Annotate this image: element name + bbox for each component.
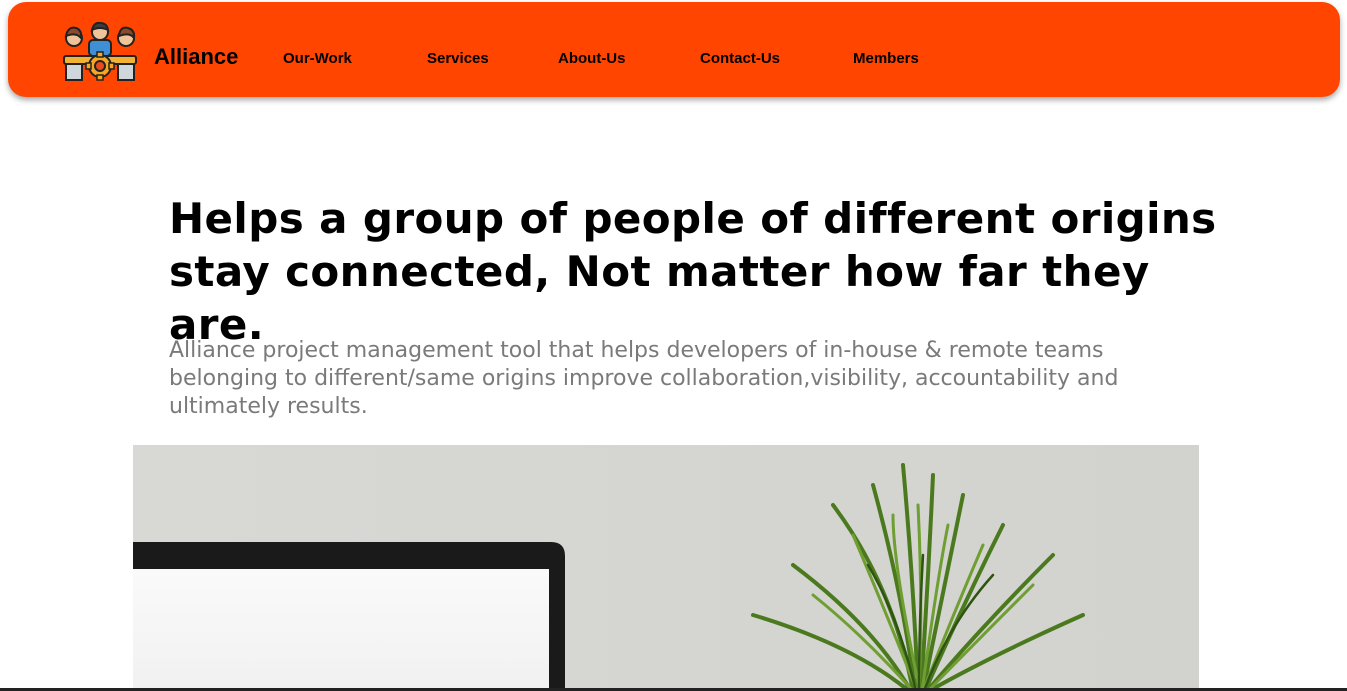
nav-link-contact-us[interactable]: Contact-Us: [700, 50, 780, 67]
hero-headline: Helps a group of people of different ori…: [169, 194, 1217, 349]
laptop-and-plant-photo: [133, 445, 1199, 691]
brand-name[interactable]: Alliance: [154, 44, 238, 70]
nav-link-services[interactable]: Services: [427, 50, 489, 67]
hero-image: [133, 445, 1199, 691]
nav-link-members[interactable]: Members: [853, 50, 919, 67]
nav-link-about-us[interactable]: About-Us: [558, 50, 626, 67]
hero-description: Alliance project management tool that he…: [169, 338, 1119, 419]
navbar: Alliance Our-Work Services About-Us Cont…: [8, 2, 1340, 97]
team-collaboration-icon[interactable]: [60, 20, 140, 82]
nav-link-our-work[interactable]: Our-Work: [283, 50, 352, 67]
